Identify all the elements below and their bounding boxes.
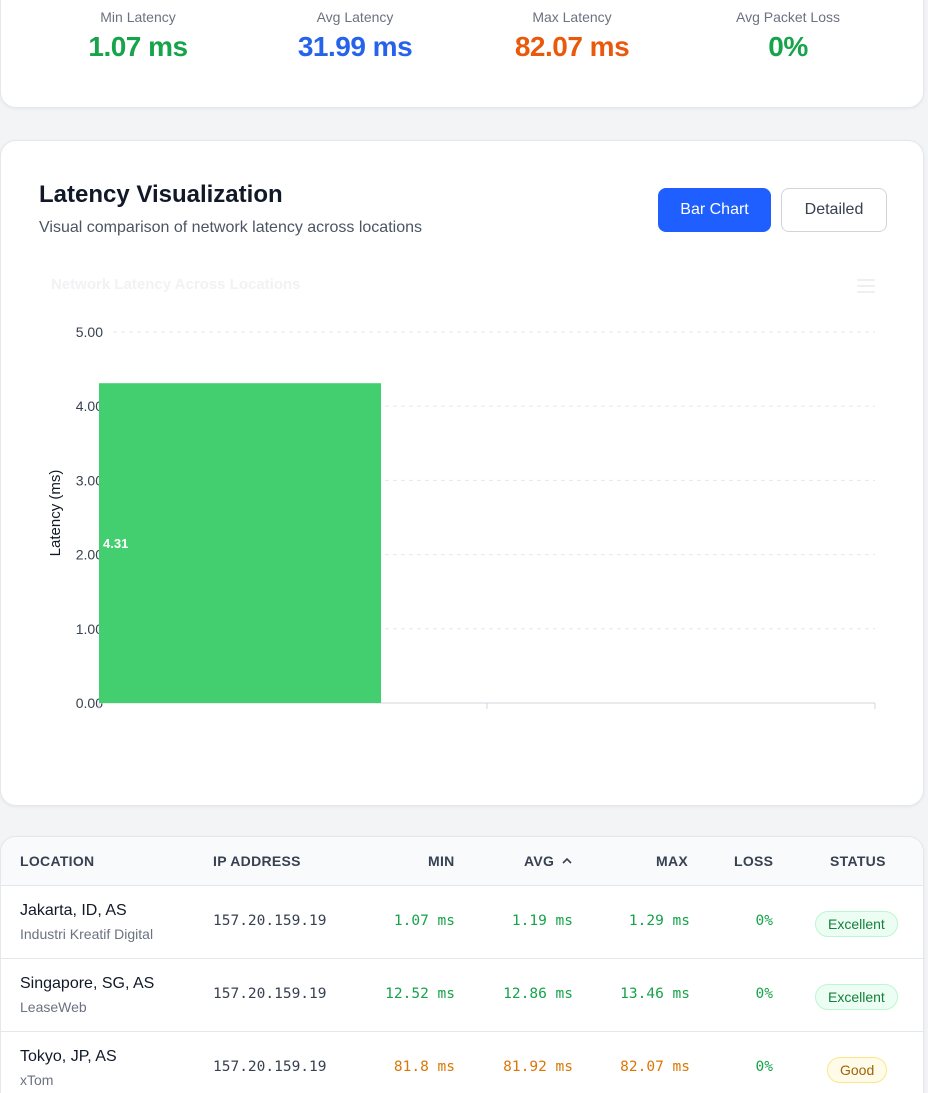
stat-value: 0% — [768, 31, 808, 62]
table-header: LOCATION IP ADDRESS MIN AVG MAX LOSS STA… — [1, 837, 923, 886]
stat-min-latency: Min Latency 1.07 ms — [28, 9, 248, 63]
max-value: 13.46 ms — [620, 986, 690, 1002]
stat-label: Min Latency — [100, 9, 176, 25]
status-badge: Excellent — [815, 911, 898, 937]
x-tick-label: Jakarta, AS — [79, 720, 151, 721]
latency-table: LOCATION IP ADDRESS MIN AVG MAX LOSS STA… — [0, 836, 924, 1093]
stat-label: Avg Latency — [316, 9, 394, 25]
stat-avg-packet-loss: Avg Packet Loss 0% — [678, 9, 898, 63]
section-title: Latency Visualization — [39, 181, 283, 208]
header-max[interactable]: MAX — [656, 853, 688, 869]
location-name: Tokyo, JP, AS — [20, 1048, 117, 1065]
provider-name: LeaseWeb — [20, 999, 87, 1015]
loss-value: 0% — [755, 913, 773, 929]
avg-value: 12.86 ms — [503, 986, 573, 1002]
table-row[interactable]: Singapore, SG, AS LeaseWeb 157.20.159.19… — [1, 959, 923, 1032]
header-location[interactable]: LOCATION — [20, 853, 94, 869]
ip-address: 157.20.159.19 — [213, 913, 327, 929]
table-row[interactable]: Jakarta, ID, AS Industri Kreatif Digital… — [1, 886, 923, 959]
latency-bar-chart: 0.001.002.003.004.005.004.31Jakarta, ASL… — [47, 324, 876, 721]
stat-label: Max Latency — [532, 9, 612, 25]
header-min[interactable]: MIN — [428, 853, 455, 869]
min-value: 1.07 ms — [393, 913, 455, 929]
ip-address: 157.20.159.19 — [213, 986, 327, 1002]
table-row[interactable]: Tokyo, JP, AS xTom 157.20.159.19 81.8 ms… — [1, 1032, 923, 1093]
bar-value-label: 4.31 — [103, 536, 128, 551]
detailed-button[interactable]: Detailed — [781, 188, 887, 232]
latency-visualization-card: Latency Visualization Visual comparison … — [0, 140, 924, 806]
location-name: Singapore, SG, AS — [20, 975, 155, 992]
header-loss[interactable]: LOSS — [734, 853, 773, 869]
provider-name: xTom — [20, 1072, 54, 1088]
max-value: 82.07 ms — [620, 1059, 690, 1075]
stat-avg-latency: Avg Latency 31.99 ms — [245, 9, 465, 63]
avg-value: 1.19 ms — [511, 913, 573, 929]
header-status[interactable]: STATUS — [830, 853, 886, 869]
y-tick-label: 5.00 — [76, 324, 103, 340]
min-value: 81.8 ms — [393, 1059, 455, 1075]
section-subtitle: Visual comparison of network latency acr… — [39, 219, 422, 236]
chart-title: Network Latency Across Locations — [51, 276, 301, 293]
header-avg[interactable]: AVG — [524, 853, 554, 869]
stat-max-latency: Max Latency 82.07 ms — [462, 9, 682, 63]
min-value: 12.52 ms — [385, 986, 455, 1002]
chevron-up-icon[interactable] — [561, 856, 573, 866]
bar-chart-button[interactable]: Bar Chart — [658, 188, 771, 232]
avg-value: 81.92 ms — [503, 1059, 573, 1075]
bar-1[interactable] — [99, 383, 381, 703]
status-badge: Excellent — [815, 984, 898, 1010]
loss-value: 0% — [755, 1059, 773, 1075]
provider-name: Industri Kreatif Digital — [20, 926, 154, 942]
hamburger-menu-icon[interactable] — [857, 279, 875, 293]
stat-value: 82.07 ms — [514, 31, 630, 62]
header-ip-address[interactable]: IP ADDRESS — [213, 853, 301, 869]
latency-summary-card: Min Latency 1.07 ms Avg Latency 31.99 ms… — [0, 0, 924, 108]
stat-value: 1.07 ms — [88, 31, 188, 62]
max-value: 1.29 ms — [628, 913, 690, 929]
stat-value: 31.99 ms — [297, 31, 413, 62]
status-badge: Good — [827, 1057, 888, 1083]
y-axis-title: Latency (ms) — [47, 470, 64, 557]
stat-label: Avg Packet Loss — [735, 9, 841, 25]
location-name: Jakarta, ID, AS — [20, 902, 127, 919]
ip-address: 157.20.159.19 — [213, 1059, 327, 1075]
loss-value: 0% — [755, 986, 773, 1002]
